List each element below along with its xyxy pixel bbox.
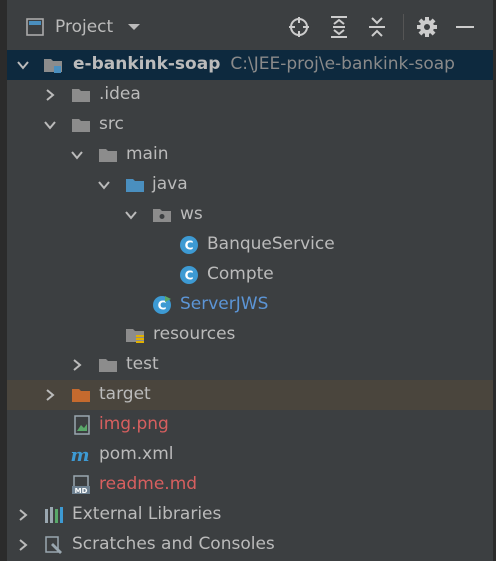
svg-text:C: C <box>185 269 194 283</box>
tree-item-label: pom.xml <box>99 444 174 464</box>
tree-item-src[interactable]: src <box>7 110 493 140</box>
tree-item-target[interactable]: target <box>7 380 493 410</box>
tree-item-java[interactable]: java <box>7 170 493 200</box>
tree-item-label: Compte <box>207 264 274 284</box>
tree-item-ws[interactable]: ws <box>7 200 493 230</box>
expand-all-icon[interactable] <box>327 15 351 39</box>
source-folder-icon <box>126 179 144 192</box>
svg-text:m: m <box>70 445 89 465</box>
scratches-icon <box>45 536 62 554</box>
tree-item-test[interactable]: test <box>7 350 493 380</box>
chevron-right-icon[interactable] <box>16 508 30 522</box>
chevron-down-icon[interactable] <box>127 22 141 32</box>
tree-item-label: target <box>99 384 151 404</box>
folder-icon <box>72 89 90 102</box>
toolbar-separator <box>403 14 404 40</box>
locate-icon[interactable] <box>287 15 311 39</box>
tree-item-resources[interactable]: resources <box>7 320 493 350</box>
tree-item-label: test <box>126 354 159 374</box>
gear-icon[interactable] <box>415 15 439 39</box>
runnable-class-icon: C <box>153 296 171 314</box>
tree-item-label: ws <box>180 204 203 224</box>
tree-item-label: External Libraries <box>72 504 222 524</box>
tree-item-label: ServerJWS <box>180 294 269 314</box>
tree-item-pom[interactable]: m pom.xml <box>7 440 493 470</box>
panel-header: Project <box>7 0 493 50</box>
tree-item-label: main <box>126 144 169 164</box>
class-icon: C <box>180 266 198 284</box>
chevron-right-icon[interactable] <box>43 88 57 102</box>
chevron-down-icon[interactable] <box>43 118 57 132</box>
tree-item-scratches[interactable]: Scratches and Consoles <box>7 530 493 560</box>
tree-item-label: readme.md <box>99 474 198 494</box>
left-edge <box>0 0 7 561</box>
chevron-right-icon[interactable] <box>16 538 30 552</box>
tree-item-server-jws[interactable]: C ServerJWS <box>7 290 493 320</box>
tree-item-label: src <box>99 114 124 134</box>
resources-folder-icon <box>126 329 144 343</box>
tree-item-label: resources <box>153 324 236 344</box>
minimize-icon[interactable] <box>453 15 477 39</box>
tree-item-root[interactable]: e-bankink-soap C:\JEE-proj\e-bankink-soap <box>7 50 493 80</box>
maven-icon: m <box>70 445 89 465</box>
root-path: C:\JEE-proj\e-bankink-soap <box>230 54 455 74</box>
project-panel: Project e-bankink-soap C:\JEE-proj\e-ban… <box>7 0 493 561</box>
chevron-down-icon[interactable] <box>16 58 30 72</box>
tree-item-idea[interactable]: .idea <box>7 80 493 110</box>
chevron-down-icon[interactable] <box>124 208 138 222</box>
tree-item-compte[interactable]: C Compte <box>7 260 493 290</box>
tree-item-label: Scratches and Consoles <box>72 534 275 554</box>
excluded-folder-icon <box>72 389 90 402</box>
chevron-down-icon[interactable] <box>70 148 84 162</box>
tree-item-label: .idea <box>99 84 141 104</box>
folder-icon <box>99 149 117 162</box>
panel-title[interactable]: Project <box>55 17 113 37</box>
image-file-icon <box>74 415 90 435</box>
libraries-icon <box>45 507 63 523</box>
tree-item-external-libraries[interactable]: External Libraries <box>7 500 493 530</box>
class-icon: C <box>180 236 198 254</box>
tree-item-label: BanqueService <box>207 234 335 254</box>
chevron-down-icon[interactable] <box>97 178 111 192</box>
root-name: e-bankink-soap <box>73 54 221 74</box>
markdown-file-icon: MD <box>72 475 90 495</box>
collapse-all-icon[interactable] <box>365 15 389 39</box>
tree-item-label: e-bankink-soap C:\JEE-proj\e-bankink-soap <box>73 54 455 74</box>
tree-item-img[interactable]: img.png <box>7 410 493 440</box>
tree-item-label: img.png <box>99 414 169 434</box>
tree-item-label: java <box>152 174 188 194</box>
tree-item-banque-service[interactable]: C BanqueService <box>7 230 493 260</box>
md-badge: MD <box>75 487 88 495</box>
chevron-right-icon[interactable] <box>43 388 57 402</box>
package-icon <box>153 209 171 222</box>
svg-text:C: C <box>185 239 194 253</box>
folder-icon <box>99 359 117 372</box>
tree-item-readme[interactable]: MD readme.md <box>7 470 493 500</box>
tree-item-main[interactable]: main <box>7 140 493 170</box>
chevron-right-icon[interactable] <box>70 358 84 372</box>
folder-icon <box>72 119 90 132</box>
project-view-icon <box>26 18 44 36</box>
module-folder-icon <box>44 59 62 73</box>
